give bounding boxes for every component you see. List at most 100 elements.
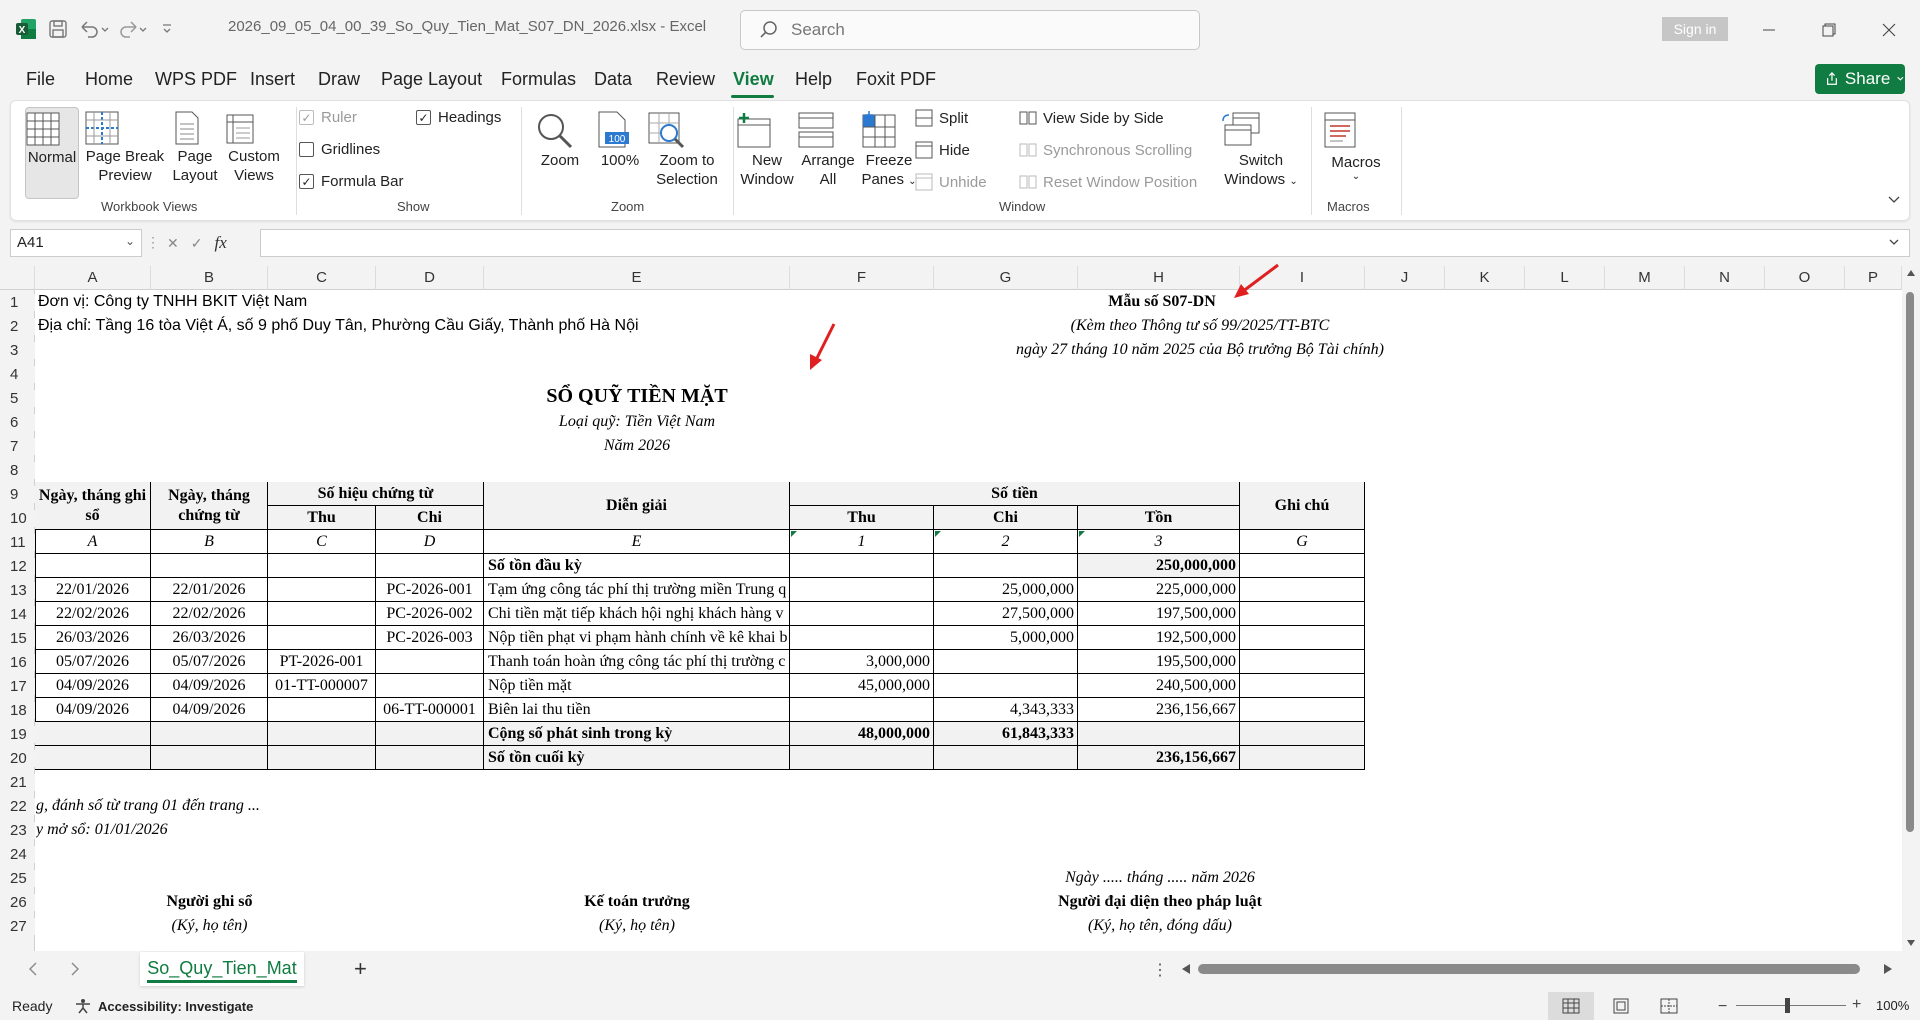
header-amount[interactable]: Số tiền [790, 482, 1240, 506]
save-icon[interactable] [48, 16, 68, 42]
tab-insert[interactable]: Insert [250, 69, 295, 90]
table-cell-empty[interactable] [268, 722, 376, 746]
table-cell-empty[interactable] [376, 554, 484, 578]
table-cell-empty[interactable] [35, 746, 151, 770]
sheet-tab-so-quy-tien-mat[interactable]: So_Quy_Tien_Mat [140, 952, 304, 986]
page-layout-button[interactable]: Page Layout [169, 111, 221, 185]
entry-balance[interactable]: 192,500,000 [1078, 626, 1240, 650]
entry-out[interactable]: 27,500,000 [934, 602, 1078, 626]
entry-balance[interactable]: 240,500,000 [1078, 674, 1240, 698]
column-header[interactable]: K [1445, 266, 1525, 290]
entry-description[interactable]: Tạm ứng công tác phí thị trường miền Tru… [484, 578, 790, 602]
table-cell-empty[interactable] [1240, 746, 1365, 770]
row-header[interactable]: 25 [0, 870, 35, 887]
entry-date-recorded[interactable]: 22/01/2026 [35, 578, 151, 602]
more-options-icon[interactable]: ⋮ [1152, 960, 1168, 980]
entry-note[interactable] [1240, 674, 1365, 698]
scroll-up-icon[interactable] [1907, 270, 1915, 276]
undo-icon[interactable] [78, 16, 112, 42]
entry-balance[interactable]: 195,500,000 [1078, 650, 1240, 674]
error-indicator-icon[interactable] [1079, 531, 1085, 537]
total-in[interactable]: 48,000,000 [790, 722, 934, 746]
row-header[interactable]: 2 [0, 318, 35, 335]
column-header[interactable]: F [790, 266, 934, 290]
header-payment-no[interactable]: Chi [376, 506, 484, 530]
entry-balance[interactable]: 225,000,000 [1078, 578, 1240, 602]
error-indicator-icon[interactable] [791, 531, 797, 537]
entry-date-recorded[interactable]: 26/03/2026 [35, 626, 151, 650]
entry-in[interactable] [790, 578, 934, 602]
entry-receipt-no[interactable] [268, 578, 376, 602]
row-header[interactable]: 8 [0, 462, 35, 479]
entry-date-recorded[interactable]: 05/07/2026 [35, 650, 151, 674]
table-cell-empty[interactable] [268, 554, 376, 578]
normal-view-status-button[interactable] [1548, 992, 1594, 1020]
tab-draw[interactable]: Draw [318, 69, 360, 90]
row-header[interactable]: 14 [0, 606, 35, 623]
entry-date-recorded[interactable]: 04/09/2026 [35, 698, 151, 722]
column-code[interactable]: A [35, 530, 151, 554]
opening-balance-label[interactable]: Số tồn đầu kỳ [484, 554, 790, 578]
row-header[interactable]: 3 [0, 342, 35, 359]
page-layout-status-icon[interactable] [1612, 998, 1630, 1014]
header-balance[interactable]: Tồn [1078, 506, 1240, 530]
customize-qat-icon[interactable] [160, 16, 174, 42]
horizontal-scrollbar-thumb[interactable] [1198, 964, 1860, 974]
entry-out[interactable]: 25,000,000 [934, 578, 1078, 602]
cancel-icon[interactable]: ✕ [167, 235, 179, 252]
total-label[interactable]: Cộng số phát sinh trong kỳ [484, 722, 790, 746]
entry-date-document[interactable]: 22/02/2026 [151, 602, 268, 626]
vertical-scrollbar[interactable] [1902, 266, 1920, 951]
scroll-thumb[interactable] [1906, 292, 1914, 832]
ruler-checkbox[interactable]: ✓ Ruler [299, 109, 357, 126]
entry-note[interactable] [1240, 602, 1365, 626]
column-code[interactable]: D [376, 530, 484, 554]
table-cell-empty[interactable] [1078, 722, 1240, 746]
row-header[interactable]: 12 [0, 558, 35, 575]
row-header[interactable]: 5 [0, 390, 35, 407]
entry-payment-no[interactable] [376, 650, 484, 674]
expand-formula-bar-icon[interactable] [1888, 236, 1900, 248]
switch-windows-button[interactable]: Switch Windows ⌄ [1221, 111, 1301, 191]
accessibility-status[interactable]: Accessibility: Investigate [74, 998, 253, 1014]
column-header[interactable]: N [1685, 266, 1765, 290]
entry-out[interactable] [934, 650, 1078, 674]
header-date-document[interactable]: Ngày, tháng chứng từ [151, 482, 268, 530]
entry-date-document[interactable]: 04/09/2026 [151, 698, 268, 722]
column-header[interactable]: L [1525, 266, 1605, 290]
entry-balance[interactable]: 236,156,667 [1078, 698, 1240, 722]
tab-formulas[interactable]: Formulas [501, 69, 576, 90]
row-header[interactable]: 7 [0, 438, 35, 455]
column-header[interactable]: G [934, 266, 1078, 290]
normal-view-button[interactable]: Normal [25, 107, 79, 199]
entry-receipt-no[interactable]: PT-2026-001 [268, 650, 376, 674]
row-header[interactable]: 27 [0, 918, 35, 935]
table-cell-empty[interactable] [790, 746, 934, 770]
zoom-out-icon[interactable]: − [1718, 998, 1727, 1016]
formula-bar-checkbox[interactable]: ✓ Formula Bar [299, 173, 404, 190]
table-cell-empty[interactable] [35, 722, 151, 746]
tab-file[interactable]: File [26, 69, 55, 90]
entry-in[interactable]: 3,000,000 [790, 650, 934, 674]
row-header[interactable]: 20 [0, 750, 35, 767]
column-header[interactable]: C [268, 266, 376, 290]
tab-page-layout[interactable]: Page Layout [381, 69, 482, 90]
zoom-in-icon[interactable]: + [1852, 996, 1861, 1014]
row-header[interactable]: 6 [0, 414, 35, 431]
entry-payment-no[interactable]: 06-TT-000001 [376, 698, 484, 722]
entry-description[interactable]: Chi tiền mặt tiếp khách hội nghị khách h… [484, 602, 790, 626]
select-all-corner[interactable] [0, 266, 35, 290]
row-header[interactable]: 9 [0, 486, 35, 503]
table-cell-empty[interactable] [376, 722, 484, 746]
column-code[interactable]: 3 [1078, 530, 1240, 554]
entry-date-recorded[interactable]: 22/02/2026 [35, 602, 151, 626]
worksheet-grid[interactable]: ABCDEFGHIJKLMNOP 1 2 3 4 5 6 7 8 9 10 11 12 13 14 15 16… [0, 266, 1902, 951]
entry-receipt-no[interactable]: 01-TT-000007 [268, 674, 376, 698]
entry-note[interactable] [1240, 698, 1365, 722]
row-header[interactable]: 1 [0, 294, 35, 311]
zoom-to-selection-button[interactable]: Zoom to Selection [647, 111, 727, 189]
column-header[interactable]: H [1078, 266, 1240, 290]
header-out[interactable]: Chi [934, 506, 1078, 530]
headings-checkbox[interactable]: ✓ Headings [416, 109, 501, 126]
row-header[interactable]: 24 [0, 846, 35, 863]
